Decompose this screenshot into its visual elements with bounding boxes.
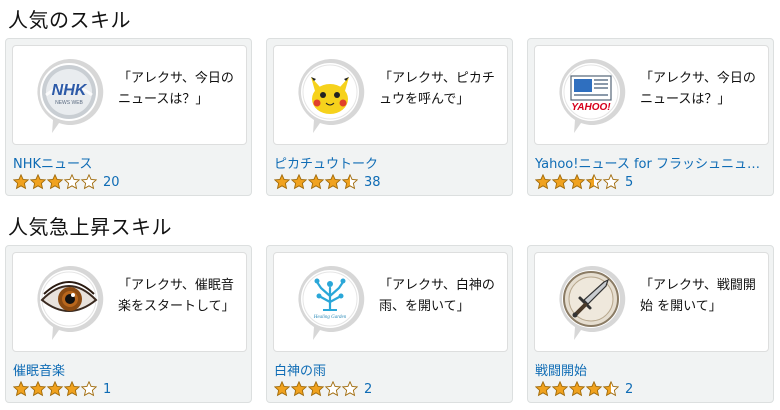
skill-rating[interactable]: 2 bbox=[274, 380, 372, 398]
review-count[interactable]: 1 bbox=[103, 382, 111, 397]
nhk-sub-text: NEWS WEB bbox=[55, 100, 83, 106]
star-icon bbox=[535, 381, 552, 397]
sword-icon bbox=[556, 264, 626, 342]
pikachu-icon bbox=[295, 57, 365, 135]
review-count[interactable]: 2 bbox=[364, 382, 372, 397]
star-icon bbox=[290, 381, 308, 397]
star-icon bbox=[46, 174, 64, 190]
star-rating bbox=[274, 174, 358, 190]
star-icon bbox=[80, 174, 97, 190]
skill-card-body: 「アレクサ、催眠音 楽をスタートして」 bbox=[12, 252, 247, 352]
star-icon bbox=[290, 174, 308, 190]
skill-row-trending: 「アレクサ、催眠音 楽をスタートして」 催眠音楽 1 Healing Garde… bbox=[5, 245, 775, 405]
skill-invocation-quote: 「アレクサ、白神の 雨、を開いて」 bbox=[379, 278, 495, 314]
skill-card-body: Healing Garden 「アレクサ、白神の 雨、を開いて」 bbox=[273, 252, 508, 352]
star-icon bbox=[274, 381, 291, 397]
star-icon bbox=[324, 174, 342, 190]
star-icon bbox=[13, 381, 30, 397]
star-icon bbox=[602, 174, 619, 190]
star-icon bbox=[80, 381, 97, 397]
review-count[interactable]: 5 bbox=[625, 175, 633, 190]
review-count[interactable]: 38 bbox=[364, 175, 381, 190]
star-icon bbox=[13, 174, 30, 190]
skill-name-link[interactable]: Yahoo!ニュース for フラッシュニュース bbox=[535, 153, 767, 172]
star-icon bbox=[29, 381, 47, 397]
skill-rating[interactable]: 38 bbox=[274, 173, 381, 191]
review-count[interactable]: 2 bbox=[625, 382, 633, 397]
healing-garden-label: Healing Garden bbox=[313, 315, 347, 320]
star-icon bbox=[602, 381, 619, 397]
skill-rating[interactable]: 20 bbox=[13, 173, 120, 191]
skill-rating[interactable]: 2 bbox=[535, 380, 633, 398]
skill-card-body: 「アレクサ、ピカチ ュウを呼んで」 bbox=[273, 45, 508, 145]
star-icon bbox=[568, 174, 586, 190]
star-icon bbox=[307, 174, 325, 190]
star-icon bbox=[63, 174, 81, 190]
skill-invocation-quote: 「アレクサ、今日の ニュースは？」 bbox=[118, 71, 234, 107]
skill-invocation-quote: 「アレクサ、戦闘開 始 を開いて」 bbox=[640, 278, 756, 314]
skill-card-body: YAHOO! 「アレクサ、今日の ニュースは？」 bbox=[534, 45, 769, 145]
star-icon bbox=[535, 174, 552, 190]
healing-garden-tree-icon: Healing Garden bbox=[295, 264, 365, 342]
skill-card-body: NHK NEWS WEB 「アレクサ、今日の ニュースは？」 bbox=[12, 45, 247, 145]
skill-card-pikachu[interactable]: 「アレクサ、ピカチ ュウを呼んで」 ピカチュウトーク 38 bbox=[266, 38, 513, 196]
skill-rating[interactable]: 5 bbox=[535, 173, 633, 191]
skill-name-link[interactable]: 催眠音楽 bbox=[13, 360, 245, 379]
skill-name-link[interactable]: ピカチュウトーク bbox=[274, 153, 506, 172]
star-icon bbox=[274, 174, 291, 190]
skill-card-nhk[interactable]: NHK NEWS WEB 「アレクサ、今日の ニュースは？」 NHKニュース 2… bbox=[5, 38, 252, 196]
skill-card-shirakami[interactable]: Healing Garden 「アレクサ、白神の 雨、を開いて」 白神の雨 2 bbox=[266, 245, 513, 403]
skill-name-link[interactable]: 白神の雨 bbox=[274, 360, 506, 379]
star-rating bbox=[535, 381, 619, 397]
star-icon bbox=[63, 381, 81, 397]
eye-icon bbox=[34, 264, 104, 342]
star-icon bbox=[341, 381, 358, 397]
star-icon bbox=[46, 381, 64, 397]
star-icon bbox=[551, 381, 569, 397]
skill-row-popular: NHK NEWS WEB 「アレクサ、今日の ニュースは？」 NHKニュース 2… bbox=[5, 38, 775, 198]
yahoo-logo-text: YAHOO! bbox=[571, 102, 611, 113]
skill-card-body: 「アレクサ、戦闘開 始 を開いて」 bbox=[534, 252, 769, 352]
section-title-trending: 人気急上昇スキル bbox=[8, 215, 172, 239]
star-rating bbox=[13, 174, 97, 190]
star-icon bbox=[307, 381, 325, 397]
skill-name-link[interactable]: 戦闘開始 bbox=[535, 360, 767, 379]
skill-card-hypnosis[interactable]: 「アレクサ、催眠音 楽をスタートして」 催眠音楽 1 bbox=[5, 245, 252, 403]
skill-card-battle[interactable]: 「アレクサ、戦闘開 始 を開いて」 戦闘開始 2 bbox=[527, 245, 774, 403]
star-icon bbox=[585, 174, 603, 190]
skill-invocation-quote: 「アレクサ、ピカチ ュウを呼んで」 bbox=[379, 71, 495, 107]
skill-name-link[interactable]: NHKニュース bbox=[13, 153, 245, 172]
nhk-logo-text: NHK bbox=[52, 82, 88, 99]
skill-card-yahoo[interactable]: YAHOO! 「アレクサ、今日の ニュースは？」 Yahoo!ニュース for … bbox=[527, 38, 774, 196]
star-rating bbox=[274, 381, 358, 397]
skill-invocation-quote: 「アレクサ、催眠音 楽をスタートして」 bbox=[118, 278, 235, 314]
star-rating bbox=[13, 381, 97, 397]
skill-invocation-quote: 「アレクサ、今日の ニュースは？」 bbox=[640, 71, 756, 107]
star-rating bbox=[535, 174, 619, 190]
star-icon bbox=[341, 174, 358, 190]
star-icon bbox=[324, 381, 342, 397]
star-icon bbox=[29, 174, 47, 190]
yahoo-news-icon: YAHOO! bbox=[556, 57, 626, 135]
section-title-popular: 人気のスキル bbox=[8, 8, 131, 32]
star-icon bbox=[585, 381, 603, 397]
star-icon bbox=[551, 174, 569, 190]
nhk-news-icon: NHK NEWS WEB bbox=[34, 57, 104, 135]
star-icon bbox=[568, 381, 586, 397]
skill-rating[interactable]: 1 bbox=[13, 380, 111, 398]
review-count[interactable]: 20 bbox=[103, 175, 120, 190]
